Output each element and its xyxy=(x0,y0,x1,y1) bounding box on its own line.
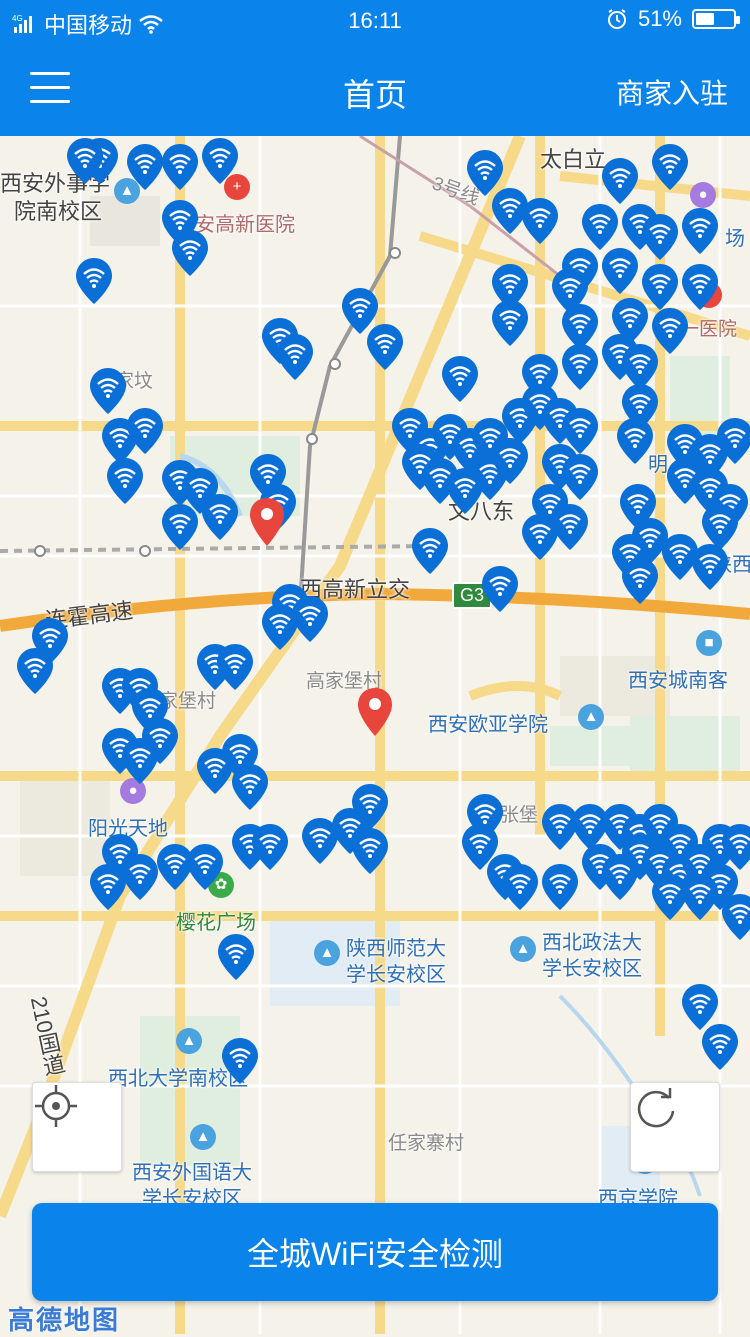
wifi-location-pin-icon[interactable] xyxy=(160,502,200,552)
mall-icon: ● xyxy=(690,182,716,208)
wifi-location-pin-icon[interactable] xyxy=(650,142,690,192)
location-pin-icon[interactable] xyxy=(356,686,394,738)
wifi-location-pin-icon[interactable] xyxy=(520,196,560,246)
map-view[interactable]: 西安外事学 院南校区 安高新医院 太白立 一医院 场 家坟 文八东 西高新立交 … xyxy=(0,136,750,1334)
wifi-location-pin-icon[interactable] xyxy=(215,642,255,692)
wifi-location-pin-icon[interactable] xyxy=(200,492,240,542)
refresh-icon xyxy=(637,1088,675,1128)
wifi-location-pin-icon[interactable] xyxy=(120,736,160,786)
bus-station-icon: ■ xyxy=(696,630,722,656)
wifi-location-pin-icon[interactable] xyxy=(490,298,530,348)
wifi-location-pin-icon[interactable] xyxy=(720,892,750,942)
locate-crosshair-icon xyxy=(35,1085,77,1127)
locate-button[interactable] xyxy=(32,1082,122,1172)
wifi-location-pin-icon[interactable] xyxy=(560,342,600,392)
map-label: 西北政法大 xyxy=(542,932,642,954)
wifi-location-pin-icon[interactable] xyxy=(160,142,200,192)
battery-percent: 51% xyxy=(637,6,682,31)
wifi-location-pin-icon[interactable] xyxy=(125,142,165,192)
wifi-location-pin-icon[interactable] xyxy=(690,542,730,592)
status-bar: 4G 中国移动 16:11 51% xyxy=(0,0,750,40)
wifi-location-pin-icon[interactable] xyxy=(15,646,55,696)
wifi-location-pin-icon[interactable] xyxy=(220,1036,260,1086)
map-label: 场 xyxy=(725,228,745,250)
wifi-location-pin-icon[interactable] xyxy=(200,136,240,186)
wifi-location-pin-icon[interactable] xyxy=(125,406,165,456)
wifi-location-pin-icon[interactable] xyxy=(170,228,210,278)
wifi-location-pin-icon[interactable] xyxy=(500,862,540,912)
school-icon: ▲ xyxy=(314,940,340,966)
map-label: 西安欧亚学院 xyxy=(428,714,548,736)
map-label: 院南校区 xyxy=(14,199,103,224)
wifi-location-pin-icon[interactable] xyxy=(74,256,114,306)
wifi-location-pin-icon[interactable] xyxy=(230,762,270,812)
school-icon: ▲ xyxy=(510,936,536,962)
wifi-location-pin-icon[interactable] xyxy=(640,212,680,262)
wifi-location-pin-icon[interactable] xyxy=(88,862,128,912)
wifi-location-pin-icon[interactable] xyxy=(650,872,690,922)
map-label: 任家寨村 xyxy=(388,1133,465,1154)
wifi-location-pin-icon[interactable] xyxy=(680,206,720,256)
header-bar: 首页 商家入驻 xyxy=(0,40,750,136)
battery-icon xyxy=(692,9,740,29)
refresh-button[interactable] xyxy=(630,1082,720,1172)
map-label: 张堡 xyxy=(500,805,539,826)
wifi-location-pin-icon[interactable] xyxy=(365,322,405,372)
wifi-location-pin-icon[interactable] xyxy=(615,416,655,466)
school-icon: ▲ xyxy=(578,704,604,730)
wifi-location-pin-icon[interactable] xyxy=(300,816,340,866)
wifi-location-pin-icon[interactable] xyxy=(600,156,640,206)
wifi-location-pin-icon[interactable] xyxy=(410,526,450,576)
map-label: 安高新医院 xyxy=(195,214,295,236)
wifi-location-pin-icon[interactable] xyxy=(275,332,315,382)
wifi-location-pin-icon[interactable] xyxy=(580,202,620,252)
wifi-location-pin-icon[interactable] xyxy=(700,1022,740,1072)
wifi-location-pin-icon[interactable] xyxy=(350,826,390,876)
school-icon: ▲ xyxy=(190,1124,216,1150)
wifi-location-pin-icon[interactable] xyxy=(88,366,128,416)
alarm-icon xyxy=(607,9,626,29)
wifi-location-pin-icon[interactable] xyxy=(440,354,480,404)
status-right: 51% xyxy=(606,6,740,32)
map-label: 学长安校区 xyxy=(346,964,446,986)
school-icon: ▲ xyxy=(176,1028,202,1054)
wifi-location-pin-icon[interactable] xyxy=(185,842,225,892)
map-label: 西安外国语大 xyxy=(132,1162,252,1184)
wifi-location-pin-icon[interactable] xyxy=(600,246,640,296)
wifi-location-pin-icon[interactable] xyxy=(490,436,530,486)
location-pin-icon[interactable] xyxy=(248,496,286,548)
wifi-location-pin-icon[interactable] xyxy=(250,822,290,872)
wifi-location-pin-icon[interactable] xyxy=(540,862,580,912)
wifi-location-pin-icon[interactable] xyxy=(105,456,145,506)
wifi-location-pin-icon[interactable] xyxy=(680,262,720,312)
wifi-location-pin-icon[interactable] xyxy=(216,932,256,982)
map-label: 西安城南客 xyxy=(628,670,728,692)
map-label: 樱花广场 xyxy=(176,912,256,934)
wifi-location-pin-icon[interactable] xyxy=(620,556,660,606)
map-label: 太白立 xyxy=(540,147,607,172)
map-provider-logo: 高德地图 xyxy=(8,1305,121,1335)
merchant-join-link[interactable]: 商家入驻 xyxy=(616,72,728,112)
map-label: 陕西师范大 xyxy=(346,938,446,960)
wifi-location-pin-icon[interactable] xyxy=(65,136,105,186)
wifi-location-pin-icon[interactable] xyxy=(520,512,560,562)
map-label: 学长安校区 xyxy=(542,958,642,980)
wifi-security-check-button[interactable]: 全城WiFi安全检测 xyxy=(32,1203,718,1301)
wifi-location-pin-icon[interactable] xyxy=(480,564,520,614)
wifi-location-pin-icon[interactable] xyxy=(260,602,300,652)
wifi-location-pin-icon[interactable] xyxy=(715,416,750,466)
